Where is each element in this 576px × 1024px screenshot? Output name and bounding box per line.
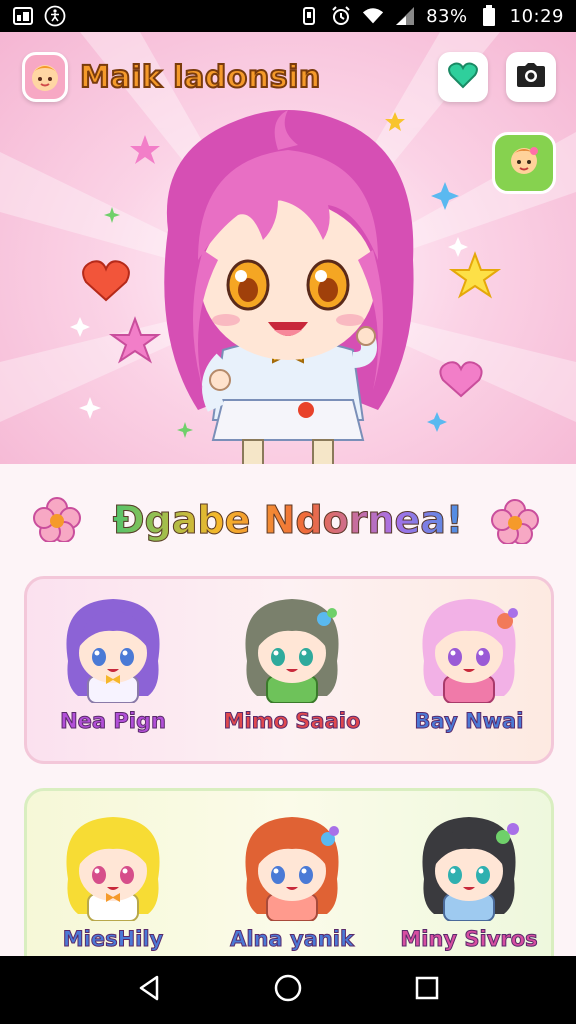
character-item[interactable]: Alna yanik — [212, 809, 372, 952]
character-name: Nea Pign — [60, 709, 167, 734]
character-name: MiesHily — [62, 927, 164, 952]
home-circle-icon — [273, 973, 303, 1007]
hero-character-illustration — [164, 110, 414, 464]
nav-recents-button[interactable] — [403, 966, 451, 1014]
nav-home-button[interactable] — [264, 966, 312, 1014]
hero-banner: Maik ladonsin — [0, 32, 576, 464]
wifi-icon — [362, 5, 384, 27]
character-item[interactable]: Nea Pign — [33, 591, 193, 734]
character-name: Mimo Saaio — [223, 709, 361, 734]
signal-icon — [394, 5, 416, 27]
section-title: Ðgabe Ndornea! — [112, 498, 464, 543]
alarm-icon — [330, 5, 352, 27]
character-avatar — [245, 599, 339, 703]
character-avatar — [66, 599, 160, 703]
character-item[interactable]: Bay Nwai — [389, 591, 549, 734]
chat-bubble-button[interactable] — [492, 132, 556, 194]
character-item[interactable]: Mimo Saaio — [212, 591, 372, 734]
recents-square-icon — [413, 974, 441, 1006]
gallery-notification-icon — [12, 5, 34, 27]
app-logo[interactable] — [22, 52, 68, 102]
camera-button[interactable] — [506, 52, 556, 102]
nav-back-button[interactable] — [125, 966, 173, 1014]
character-card-row-1: Nea Pign Mimo Saaio Bay Nwai — [24, 576, 554, 764]
chat-bubble-icon — [504, 143, 544, 183]
status-left — [12, 5, 66, 27]
accessibility-notification-icon — [44, 5, 66, 27]
character-avatar — [66, 817, 160, 921]
flower-icon — [491, 499, 539, 544]
section-header: Ðgabe Ndornea! — [0, 480, 576, 560]
back-triangle-icon — [135, 974, 163, 1006]
status-bar: 83% 10:29 — [0, 0, 576, 32]
heart-icon — [448, 61, 478, 93]
clock: 10:29 — [509, 5, 564, 27]
character-item[interactable]: Miny Sivros — [389, 809, 549, 952]
flower-icon — [33, 497, 81, 542]
camera-icon — [516, 62, 546, 92]
character-avatar — [422, 599, 518, 703]
battery-icon — [478, 5, 500, 27]
character-name: Alna yanik — [230, 927, 355, 952]
battery-percent: 83% — [426, 5, 468, 27]
vibrate-icon — [298, 5, 320, 27]
character-name: Bay Nwai — [414, 709, 524, 734]
character-avatar — [422, 817, 519, 921]
character-name: Miny Sivros — [400, 927, 538, 952]
navigation-bar — [0, 956, 576, 1024]
character-avatar — [245, 817, 339, 921]
character-item[interactable]: MiesHily — [33, 809, 193, 952]
status-right: 83% 10:29 — [298, 5, 564, 27]
